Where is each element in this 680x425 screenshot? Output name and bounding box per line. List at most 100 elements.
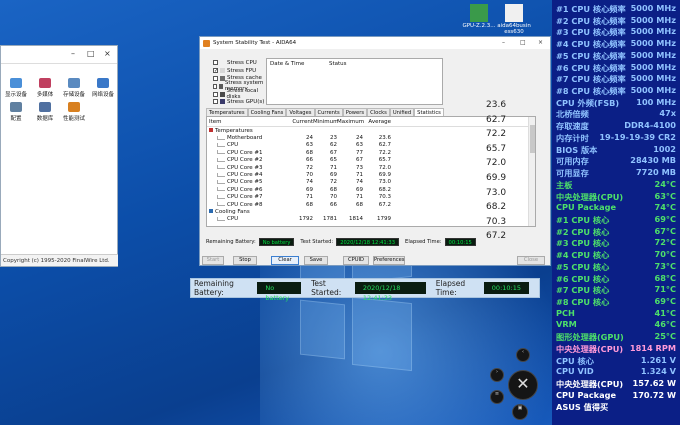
osd-value: 1002 [653, 143, 676, 154]
stress-checkbox[interactable] [213, 99, 218, 105]
tab-currents[interactable]: Currents [314, 108, 343, 116]
stop-button[interactable]: Stop [233, 256, 257, 265]
row-cur: 72 [306, 164, 313, 171]
stress-option[interactable]: Stress GPU(s) [213, 98, 271, 106]
category-item[interactable]: 显示设备 [3, 78, 29, 98]
stress-option[interactable]: Stress CPU [213, 59, 271, 67]
cpuid-button[interactable]: CPUID [343, 256, 369, 265]
osd-row: CPU Package 170.72 W [556, 390, 678, 402]
category-item[interactable]: 多媒体 [32, 78, 58, 98]
osd-row: #4 CPU 核心 70°C [556, 249, 678, 261]
row-max: 24 [356, 135, 363, 142]
osd-value: 70°C [654, 249, 677, 260]
osd-label: #3 CPU 核心频率 [556, 27, 626, 38]
close-button[interactable]: × [104, 49, 111, 58]
osd-label: #1 CPU 核心 [556, 214, 610, 225]
category-item[interactable]: 性能测试 [61, 102, 87, 122]
system-stability-test-window: System Stability Test - AIDA64 – □ × Str… [199, 36, 551, 266]
osd-label: 中央处理器(CPU) [556, 343, 624, 354]
row-avg: 68.2 [378, 186, 391, 193]
row-cur: 24 [306, 135, 313, 142]
stress-checkbox[interactable] [213, 83, 218, 89]
tab-clocks[interactable]: Clocks [367, 108, 390, 116]
stress-checkbox[interactable] [213, 91, 218, 97]
osd-label: 中央处理器(CPU) [556, 191, 624, 202]
row-item-label: Cooling Fans [215, 208, 250, 215]
stress-checkbox[interactable]: ✓ [213, 68, 218, 74]
stress-checkbox[interactable] [213, 75, 218, 81]
osd-row: PCH 41°C [556, 308, 678, 320]
minimize-button[interactable]: – [502, 39, 505, 46]
osd-row: VRM 46°C [556, 319, 678, 331]
osd-label: #6 CPU 核心频率 [556, 62, 626, 73]
clear-button[interactable]: Clear [271, 256, 299, 265]
tab-temperatures[interactable]: Temperatures [206, 108, 248, 116]
row-item: Motherboard [207, 135, 273, 141]
gadget-bottom-button[interactable]: ▣ [512, 404, 528, 420]
osd-label: PCH [556, 307, 575, 318]
stress-option[interactable]: ✓ Stress FPU [213, 67, 271, 75]
desktop-icon[interactable]: GPU-Z.2.3... [462, 4, 496, 29]
osd-row: #5 CPU 核心频率 5000 MHz [556, 50, 678, 62]
start-button[interactable]: Start [202, 256, 224, 265]
battery-label: Remaining Battery: [206, 239, 256, 245]
row-item-label: CPU Core #4 [227, 172, 263, 179]
osd-value: 71°C [654, 284, 677, 295]
osd-value: 46°C [654, 319, 677, 330]
elapsed-value: 00:10:15 [483, 282, 529, 294]
osd-label: #5 CPU 核心频率 [556, 50, 626, 61]
osd-label: 图形处理器(GPU) [556, 332, 624, 343]
category-icon [39, 78, 51, 88]
osd-label: #4 CPU 核心 [556, 250, 610, 261]
osd-row: ASUS 值得买 [556, 401, 678, 413]
osd-label: 北桥倍频 [556, 109, 589, 120]
started-label: Test Started: [300, 239, 334, 245]
tab-cooling-fans[interactable]: Cooling Fans [247, 108, 287, 116]
osd-row: #7 CPU 核心频率 5000 MHz [556, 73, 678, 85]
stress-color-swatch [219, 83, 223, 89]
osd-row: #5 CPU 核心 73°C [556, 261, 678, 273]
minimize-button[interactable]: – [71, 49, 75, 58]
osd-row: #8 CPU 核心 69°C [556, 296, 678, 308]
tab-voltages[interactable]: Voltages [286, 108, 315, 116]
osd-value: 7720 MB [635, 167, 676, 178]
osd-row: #7 CPU 核心 71°C [556, 284, 678, 296]
tab-powers[interactable]: Powers [342, 108, 368, 116]
category-item[interactable]: 配置 [3, 102, 29, 122]
gadget-left2-button[interactable]: ≡ [490, 390, 504, 404]
elapsed-value: 00:10:15 [444, 238, 476, 246]
gadget-left-button[interactable]: › [490, 368, 504, 382]
tree-branch-icon [217, 150, 225, 155]
preferences-button[interactable]: Preferences [373, 256, 405, 265]
osd-label: #2 CPU 核心 [556, 226, 610, 237]
elapsed-info-strip: Remaining Battery: No battery Test Start… [190, 278, 540, 302]
row-cur: 63 [306, 142, 313, 149]
maximize-button[interactable]: □ [87, 49, 95, 58]
category-icon [39, 102, 51, 112]
stress-checkbox[interactable] [213, 60, 218, 66]
osd-row: 主板 24°C [556, 179, 678, 191]
stress-option-label: Stress FPU [227, 67, 257, 74]
desktop-icon[interactable]: aida64busin ess630 [497, 4, 531, 35]
osd-label: CPU Package [556, 389, 617, 400]
osd-row: #3 CPU 核心 72°C [556, 237, 678, 249]
row-avg: 1799 [377, 216, 391, 223]
close-button[interactable]: Close [517, 256, 545, 265]
category-item[interactable]: 数据库 [32, 102, 58, 122]
tab-statistics[interactable]: Statistics [414, 108, 444, 116]
osd-value: 5000 MHz [630, 3, 676, 13]
row-max: 73 [356, 164, 363, 171]
row-avg: 67.2 [378, 201, 391, 208]
statistics-scrollbar[interactable] [528, 117, 535, 226]
save-button[interactable]: Save [304, 256, 328, 265]
stress-option[interactable]: Stress local disks [213, 88, 271, 100]
maximize-button[interactable]: □ [520, 39, 526, 46]
scrollbar-thumb[interactable] [530, 125, 535, 153]
gadget-main-dial[interactable]: ✕ [508, 370, 538, 400]
close-button[interactable]: × [538, 39, 543, 46]
tab-unified[interactable]: Unified [389, 108, 415, 116]
osd-row: CPU 核心 1.261 V [556, 355, 678, 367]
gadget-top-button[interactable]: ‹ [516, 348, 530, 362]
category-item[interactable]: 存储设备 [61, 78, 87, 98]
category-item[interactable]: 网络设备 [90, 78, 116, 98]
